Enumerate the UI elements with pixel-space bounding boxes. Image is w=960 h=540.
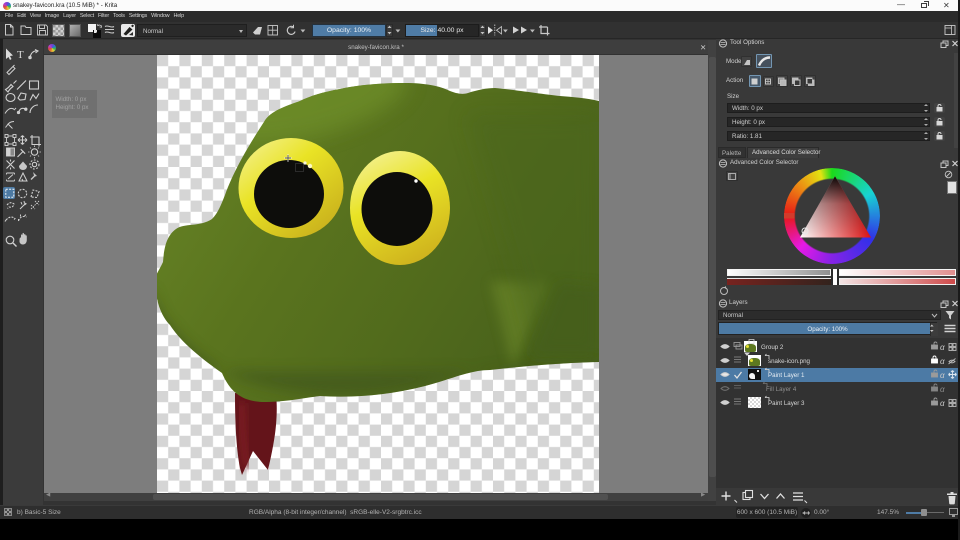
svg-text:α: α bbox=[940, 385, 945, 394]
svg-text:α: α bbox=[940, 399, 945, 408]
svg-text:α: α bbox=[940, 371, 945, 380]
svg-text:T: T bbox=[17, 49, 24, 61]
svg-text:α: α bbox=[940, 343, 945, 352]
svg-text:α: α bbox=[940, 357, 945, 366]
